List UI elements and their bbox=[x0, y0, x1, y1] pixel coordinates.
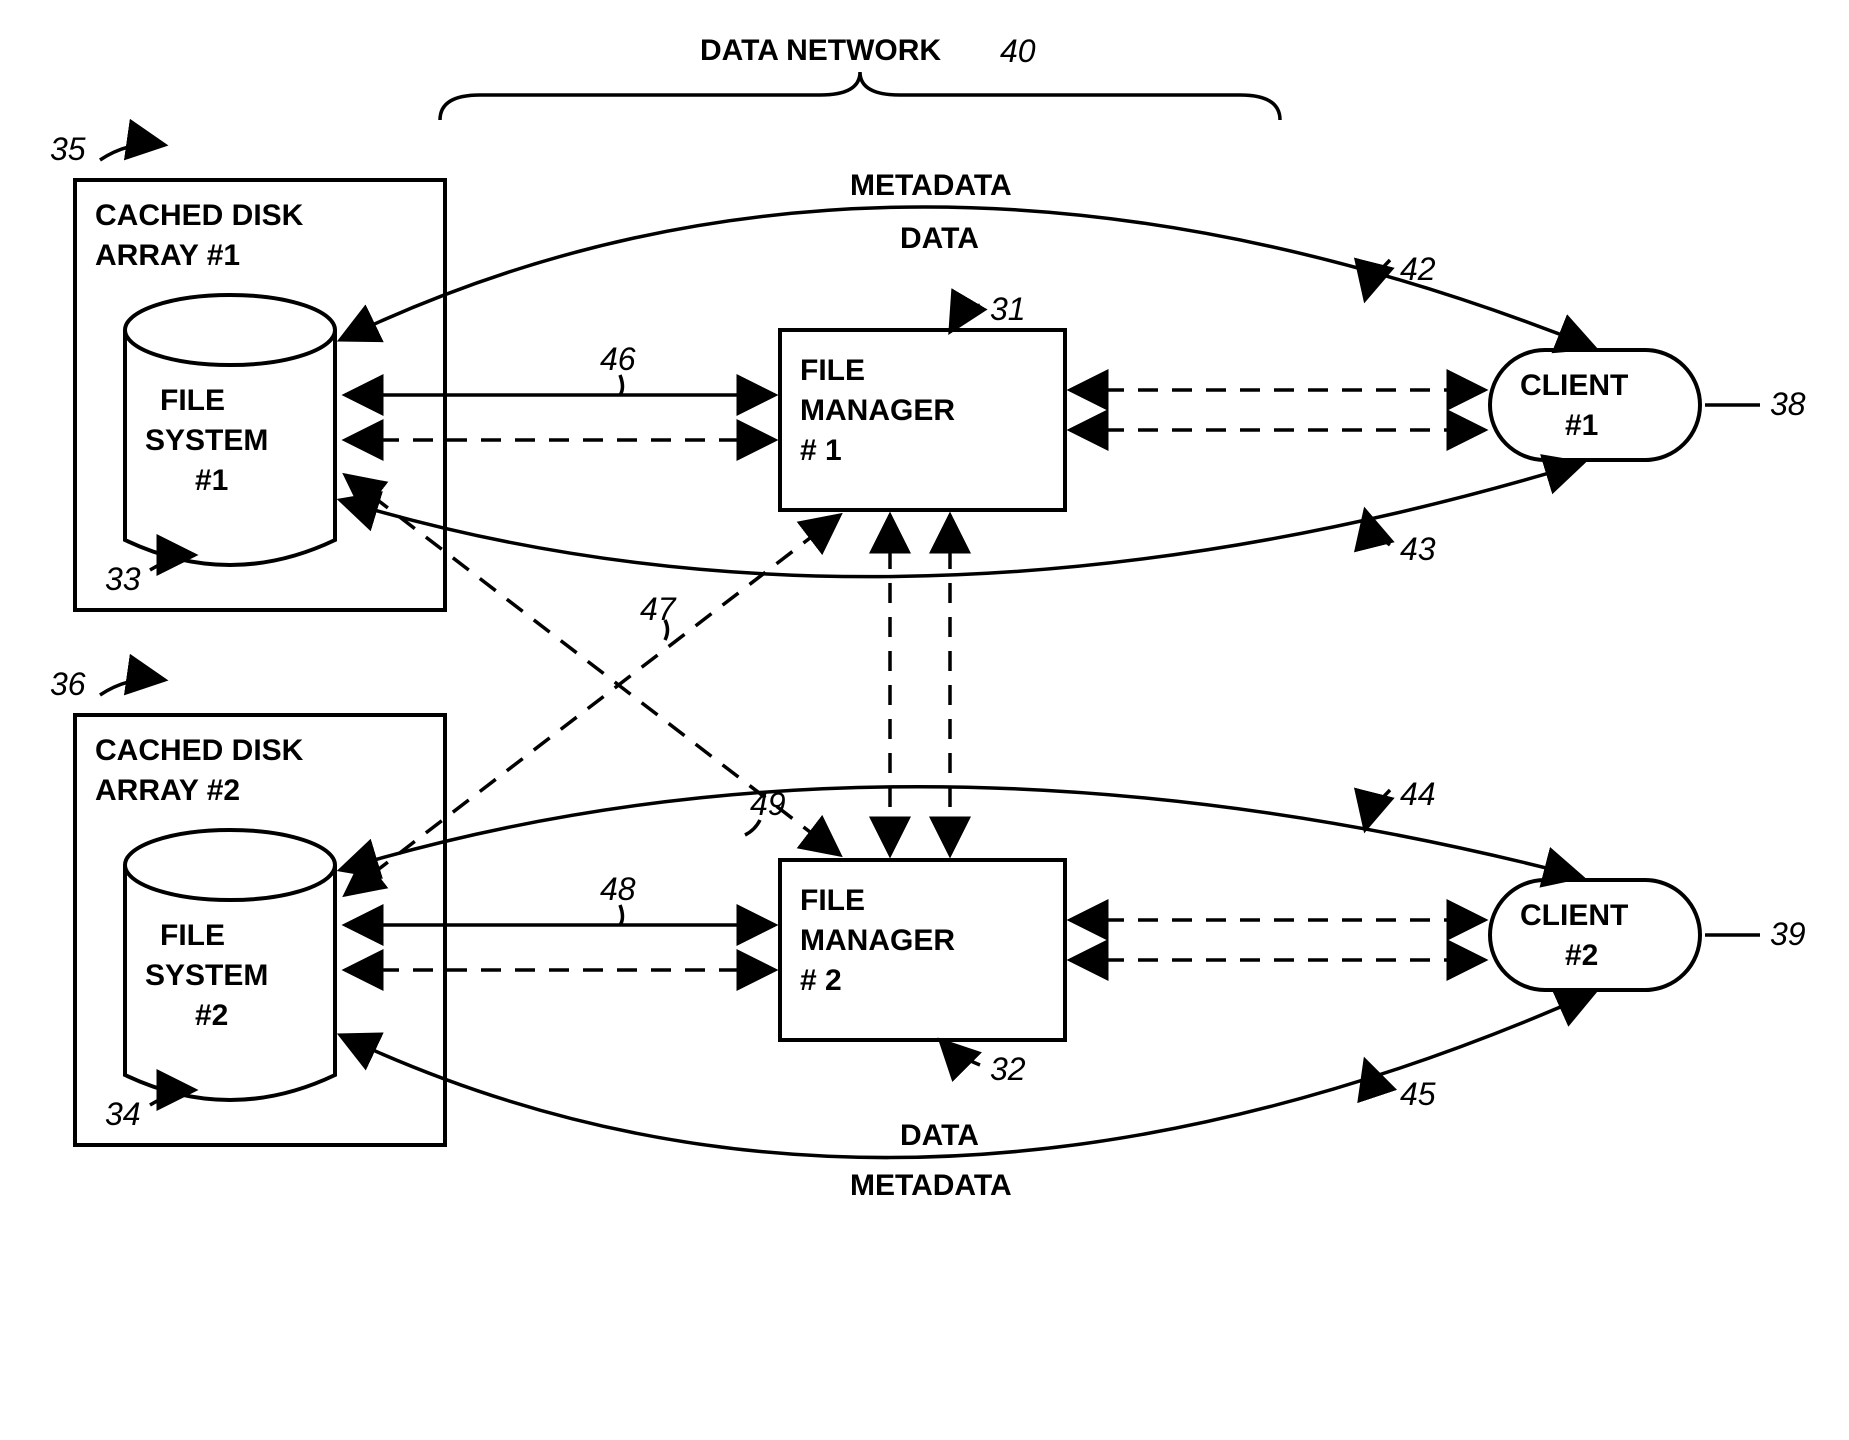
ref-36: 36 bbox=[50, 666, 86, 702]
fs1-cyl-top bbox=[125, 295, 335, 365]
leader-32 bbox=[940, 1040, 980, 1065]
ref-35: 35 bbox=[50, 131, 86, 167]
client1-box bbox=[1490, 350, 1700, 460]
ref-34: 34 bbox=[105, 1096, 141, 1132]
leader-48 bbox=[620, 905, 623, 925]
ref-48: 48 bbox=[600, 871, 636, 907]
ref-42: 42 bbox=[1400, 251, 1436, 287]
ref-31: 31 bbox=[990, 291, 1026, 327]
fs2-l3: #2 bbox=[195, 999, 228, 1032]
da2-l1: CACHED DISK bbox=[95, 734, 304, 767]
fs2-cyl-top bbox=[125, 830, 335, 900]
ref-46: 46 bbox=[600, 341, 636, 377]
client2-box bbox=[1490, 880, 1700, 990]
data-top: DATA bbox=[900, 222, 979, 255]
ref-43: 43 bbox=[1400, 531, 1436, 567]
fm2-l1: FILE bbox=[800, 884, 865, 917]
leader-44 bbox=[1365, 790, 1390, 830]
leader-35 bbox=[100, 144, 165, 160]
c2-l1: CLIENT bbox=[1520, 899, 1628, 932]
leader-49 bbox=[745, 820, 760, 835]
leader-31 bbox=[950, 305, 980, 332]
ref-49: 49 bbox=[750, 786, 786, 822]
ref-45: 45 bbox=[1400, 1076, 1436, 1112]
ref-44: 44 bbox=[1400, 776, 1436, 812]
fm2-l3: # 2 bbox=[800, 964, 842, 997]
fm1-l3: # 1 bbox=[800, 434, 842, 467]
c1-l1: CLIENT bbox=[1520, 369, 1628, 402]
fs1-l1: FILE bbox=[160, 384, 225, 417]
ref-33: 33 bbox=[105, 561, 141, 597]
c2-l2: #2 bbox=[1565, 939, 1598, 972]
c1-l2: #1 bbox=[1565, 409, 1598, 442]
metadata-bottom: METADATA bbox=[850, 1169, 1012, 1202]
ref-47: 47 bbox=[640, 591, 677, 627]
leader-46 bbox=[620, 375, 623, 395]
da1-l1: CACHED DISK bbox=[95, 199, 304, 232]
fs1-l3: #1 bbox=[195, 464, 228, 497]
title: DATA NETWORK bbox=[700, 34, 941, 67]
title-ref: 40 bbox=[1000, 33, 1036, 69]
ref-38: 38 bbox=[1770, 386, 1806, 422]
ref-39: 39 bbox=[1770, 916, 1806, 952]
da2-l2: ARRAY #2 bbox=[95, 774, 240, 807]
fm1-l1: FILE bbox=[800, 354, 865, 387]
metadata-top: METADATA bbox=[850, 169, 1012, 202]
fs2-l2: SYSTEM bbox=[145, 959, 268, 992]
fm2-l2: MANAGER bbox=[800, 924, 955, 957]
leader-42 bbox=[1365, 260, 1390, 300]
fs2-l1: FILE bbox=[160, 919, 225, 952]
brace-icon bbox=[440, 72, 1280, 120]
da1-l2: ARRAY #1 bbox=[95, 239, 240, 272]
data-bottom: DATA bbox=[900, 1119, 979, 1152]
ref-32: 32 bbox=[990, 1051, 1026, 1087]
fs1-l2: SYSTEM bbox=[145, 424, 268, 457]
fm1-l2: MANAGER bbox=[800, 394, 955, 427]
leader-47 bbox=[665, 620, 668, 640]
leader-36 bbox=[100, 679, 165, 695]
